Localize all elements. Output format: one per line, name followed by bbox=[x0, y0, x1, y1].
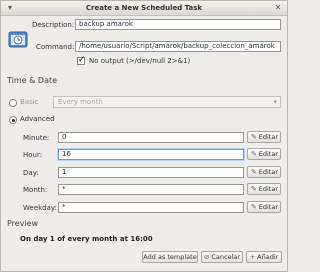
preview-section-title: Preview bbox=[7, 219, 39, 228]
minute-edit-label: Editar bbox=[258, 133, 278, 141]
time-date-section-title: Time & Date bbox=[7, 76, 58, 85]
hour-edit-button[interactable]: ✎ Editar bbox=[247, 148, 281, 160]
basic-radio-label: Basic bbox=[20, 98, 39, 106]
preview-text: On day 1 of every month at 16:00 bbox=[20, 235, 153, 243]
window-title: Create a New Scheduled Task bbox=[85, 4, 203, 12]
description-label: Description: bbox=[32, 21, 75, 29]
checkmark-icon: ✓ bbox=[78, 55, 86, 65]
month-input[interactable]: * bbox=[58, 184, 244, 195]
plus-icon: + bbox=[249, 253, 256, 261]
hour-edit-label: Editar bbox=[258, 150, 278, 158]
weekday-edit-label: Editar bbox=[258, 203, 278, 211]
chevron-down-icon: ▾ bbox=[273, 98, 277, 106]
month-label: Month: bbox=[23, 186, 48, 194]
edit-pencil-icon: ✎ bbox=[251, 150, 257, 158]
command-label: Command: bbox=[36, 43, 75, 51]
no-output-checkbox[interactable]: ✓ bbox=[77, 55, 86, 65]
close-icon[interactable]: ✕ bbox=[273, 3, 283, 13]
basic-radio[interactable] bbox=[9, 99, 17, 107]
edit-pencil-icon: ✎ bbox=[251, 185, 257, 193]
minute-edit-button[interactable]: ✎ Editar bbox=[247, 131, 281, 143]
day-input[interactable]: 1 bbox=[58, 167, 244, 178]
hour-label: Hour: bbox=[23, 151, 43, 159]
weekday-label: Weekday: bbox=[23, 204, 57, 212]
cancel-icon: ⊘ bbox=[203, 253, 210, 261]
month-edit-label: Editar bbox=[258, 185, 278, 193]
edit-pencil-icon: ✎ bbox=[251, 203, 257, 211]
dialog-window: ▾ Create a New Scheduled Task ✕ Descript… bbox=[0, 0, 288, 272]
cancel-label: Cancelar bbox=[211, 253, 241, 261]
basic-frequency-select[interactable]: Every month ▾ bbox=[53, 96, 281, 108]
no-output-label: No output (>/dev/null 2>&1) bbox=[89, 57, 191, 65]
basic-frequency-value: Every month bbox=[58, 98, 103, 106]
minute-input[interactable]: 0 bbox=[58, 132, 244, 143]
day-edit-label: Editar bbox=[258, 168, 278, 176]
edit-pencil-icon: ✎ bbox=[251, 168, 257, 176]
month-edit-button[interactable]: ✎ Editar bbox=[247, 183, 281, 195]
advanced-radio-label: Advanced bbox=[20, 115, 55, 123]
cancel-button[interactable]: ⊘ Cancelar bbox=[201, 251, 243, 263]
scheduler-app-icon bbox=[8, 31, 28, 48]
add-button[interactable]: + Añadir bbox=[246, 251, 282, 263]
weekday-edit-button[interactable]: ✎ Editar bbox=[247, 201, 281, 213]
edit-pencil-icon: ✎ bbox=[251, 133, 257, 141]
day-label: Day: bbox=[23, 169, 39, 177]
advanced-radio[interactable] bbox=[9, 116, 17, 124]
add-label: Añadir bbox=[257, 253, 279, 261]
weekday-input[interactable]: * bbox=[58, 202, 244, 213]
minute-label: Minute: bbox=[23, 134, 50, 142]
day-edit-button[interactable]: ✎ Editar bbox=[247, 166, 281, 178]
add-as-template-button[interactable]: Add as template bbox=[142, 251, 198, 263]
command-input[interactable]: /home/usuario/Script/amarok/backup_colec… bbox=[75, 41, 281, 52]
hour-input[interactable]: 16 bbox=[58, 149, 244, 160]
titlebar: ▾ Create a New Scheduled Task ✕ bbox=[1, 1, 287, 16]
description-input[interactable]: backup amarok bbox=[75, 19, 281, 30]
